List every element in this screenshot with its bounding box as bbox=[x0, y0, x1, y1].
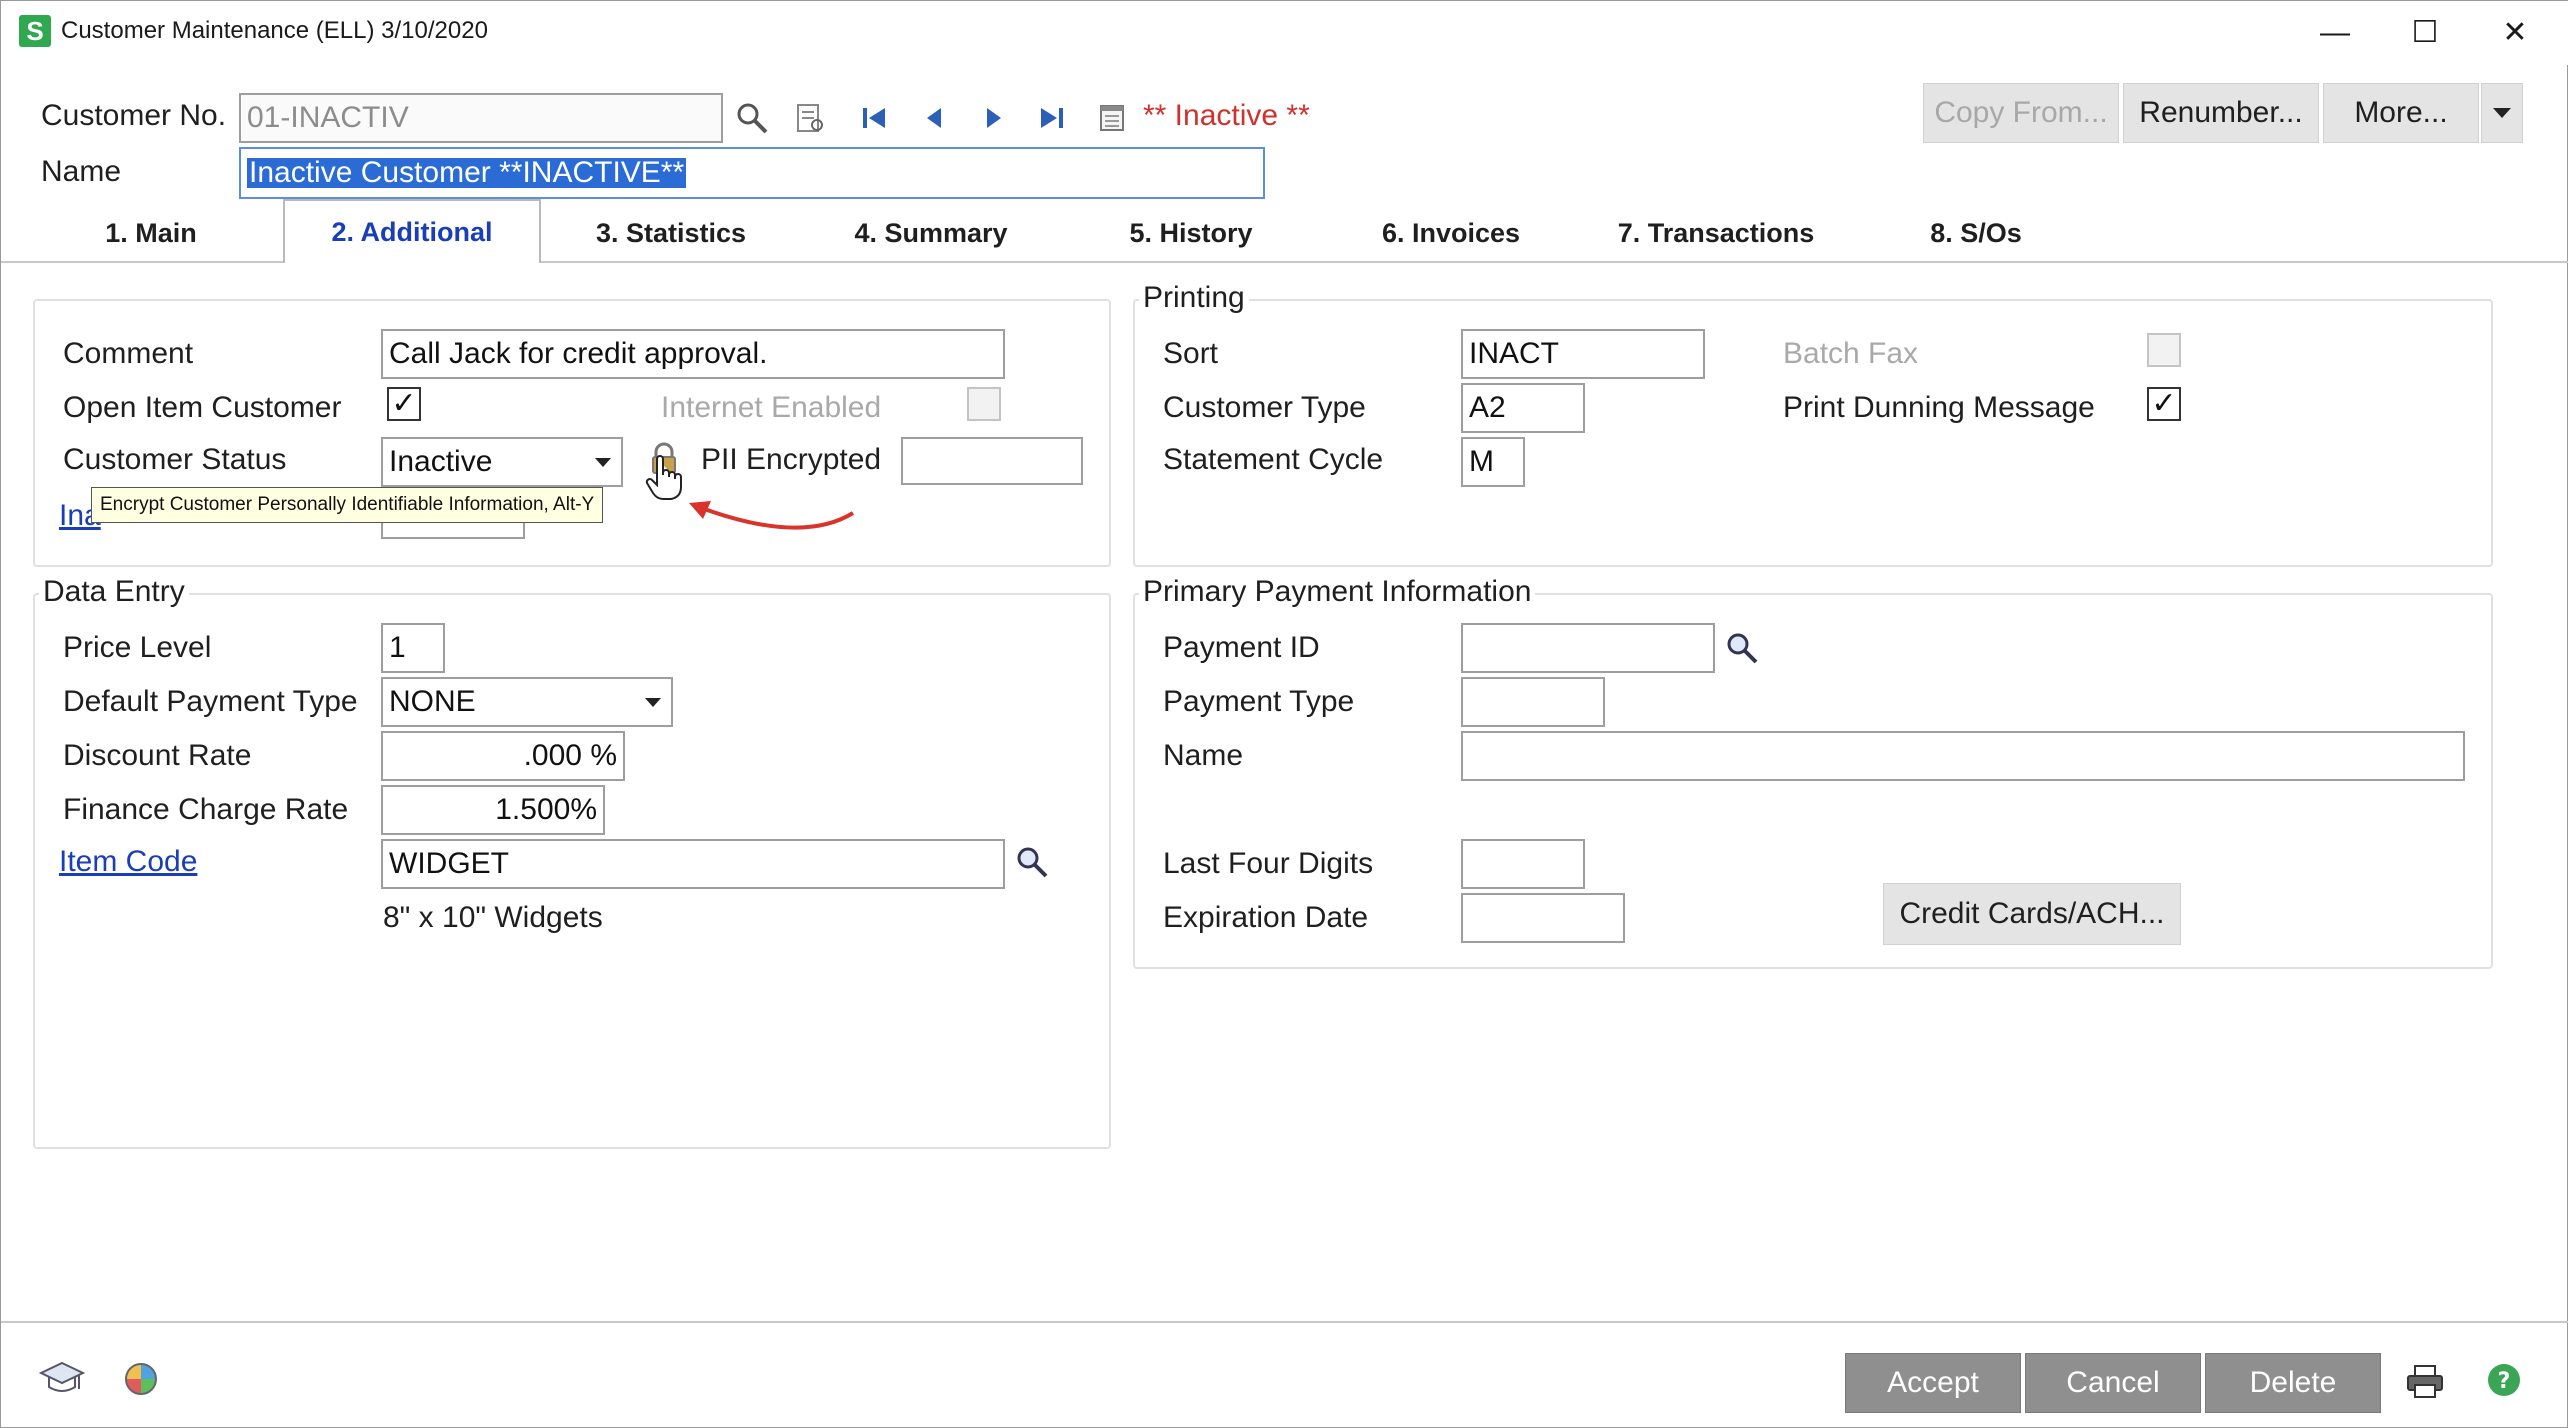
comment-label: Comment bbox=[63, 337, 194, 370]
tab-additional[interactable]: 2. Additional bbox=[283, 199, 541, 263]
finance-charge-rate-label: Finance Charge Rate bbox=[63, 793, 349, 826]
default-payment-type-value: NONE bbox=[389, 685, 476, 718]
pii-tooltip: Encrypt Customer Personally Identifiable… bbox=[91, 487, 604, 523]
payment-id-field[interactable] bbox=[1461, 623, 1715, 673]
inactive-status-text: ** Inactive ** bbox=[1143, 99, 1310, 132]
close-button[interactable]: ✕ bbox=[2475, 9, 2555, 57]
name-selected-text: Inactive Customer **INACTIVE** bbox=[247, 156, 687, 189]
hand-cursor-icon bbox=[643, 453, 685, 501]
sage-app-icon: S bbox=[19, 15, 51, 47]
last-record-icon[interactable] bbox=[1035, 101, 1069, 135]
cancel-button[interactable]: Cancel bbox=[2025, 1353, 2201, 1413]
internet-enabled-checkbox bbox=[967, 387, 1001, 421]
first-record-icon[interactable] bbox=[857, 101, 891, 135]
price-level-label: Price Level bbox=[63, 631, 212, 664]
annotation-arrow-icon bbox=[689, 501, 855, 530]
customer-status-select[interactable]: Inactive bbox=[381, 437, 623, 487]
print-dunning-message-label: Print Dunning Message bbox=[1783, 391, 2095, 424]
svg-text:?: ? bbox=[2498, 1369, 2511, 1394]
customer-status-label: Customer Status bbox=[63, 443, 287, 476]
help-icon[interactable]: ? bbox=[2485, 1361, 2523, 1399]
customer-no-field[interactable]: 01-INACTIV bbox=[239, 93, 723, 143]
tab-invoices[interactable]: 6. Invoices bbox=[1351, 203, 1551, 263]
tab-transactions[interactable]: 7. Transactions bbox=[1601, 203, 1831, 263]
comment-field[interactable]: Call Jack for credit approval. bbox=[381, 329, 1005, 379]
search-icon[interactable] bbox=[1725, 631, 1759, 665]
tab-history[interactable]: 5. History bbox=[1101, 203, 1281, 263]
printer-icon[interactable] bbox=[2405, 1363, 2445, 1401]
accept-button[interactable]: Accept bbox=[1845, 1353, 2021, 1413]
payment-name-label: Name bbox=[1163, 739, 1244, 772]
printing-title: Printing bbox=[1139, 281, 1249, 315]
sort-label: Sort bbox=[1163, 337, 1219, 370]
pii-encrypted-label: PII Encrypted bbox=[701, 443, 882, 476]
customer-no-label: Customer No. bbox=[41, 99, 227, 132]
previous-record-icon[interactable] bbox=[917, 101, 951, 135]
item-code-link[interactable]: Item Code bbox=[59, 845, 197, 879]
customer-maintenance-window: S Customer Maintenance (ELL) 3/10/2020 —… bbox=[0, 0, 2568, 1428]
copy-from-button[interactable]: Copy From... bbox=[1923, 83, 2119, 143]
name-field[interactable]: Inactive Customer **INACTIVE** bbox=[239, 147, 1265, 199]
open-item-customer-label: Open Item Customer bbox=[63, 391, 342, 424]
search-icon[interactable] bbox=[1015, 845, 1049, 879]
color-wheel-icon[interactable] bbox=[123, 1361, 159, 1397]
print-dunning-message-checkbox[interactable]: ✓ bbox=[2147, 387, 2181, 421]
minimize-button[interactable]: — bbox=[2295, 9, 2375, 57]
data-entry-title: Data Entry bbox=[39, 575, 189, 609]
tab-statistics[interactable]: 3. Statistics bbox=[561, 203, 781, 263]
statement-cycle-field[interactable]: M bbox=[1461, 437, 1525, 487]
chevron-down-icon bbox=[2493, 108, 2511, 118]
lookup-list-icon[interactable] bbox=[793, 101, 827, 135]
customer-type-label: Customer Type bbox=[1163, 391, 1366, 424]
payment-type-label: Payment Type bbox=[1163, 685, 1355, 718]
tab-summary[interactable]: 4. Summary bbox=[821, 203, 1041, 263]
primary-payment-title: Primary Payment Information bbox=[1139, 575, 1536, 609]
item-code-field[interactable]: WIDGET bbox=[381, 839, 1005, 889]
maximize-button[interactable]: ☐ bbox=[2385, 9, 2465, 57]
batch-fax-checkbox bbox=[2147, 333, 2181, 367]
name-label: Name bbox=[41, 155, 122, 188]
next-record-icon[interactable] bbox=[977, 101, 1011, 135]
credit-cards-ach-button[interactable]: Credit Cards/ACH... bbox=[1883, 883, 2181, 945]
customer-status-value: Inactive bbox=[389, 445, 493, 478]
graduation-cap-icon[interactable] bbox=[39, 1359, 85, 1399]
payment-id-label: Payment ID bbox=[1163, 631, 1320, 664]
statement-cycle-label: Statement Cycle bbox=[1163, 443, 1384, 476]
chevron-down-icon bbox=[595, 458, 611, 467]
expiration-date-field[interactable] bbox=[1461, 893, 1625, 943]
payment-name-field[interactable] bbox=[1461, 731, 2465, 781]
more-button[interactable]: More... bbox=[2323, 83, 2479, 143]
finance-charge-rate-field[interactable]: 1.500% bbox=[381, 785, 605, 835]
customer-type-field[interactable]: A2 bbox=[1461, 383, 1585, 433]
last-four-digits-label: Last Four Digits bbox=[1163, 847, 1374, 880]
open-item-customer-checkbox[interactable]: ✓ bbox=[387, 387, 421, 421]
pii-encrypted-field bbox=[901, 437, 1083, 485]
tab-sos[interactable]: 8. S/Os bbox=[1911, 203, 2041, 263]
chevron-down-icon bbox=[645, 698, 661, 707]
more-dropdown-button[interactable] bbox=[2481, 83, 2523, 143]
batch-fax-label: Batch Fax bbox=[1783, 337, 1919, 370]
item-code-description: 8" x 10" Widgets bbox=[383, 901, 603, 934]
sort-field[interactable]: INACT bbox=[1461, 329, 1705, 379]
discount-rate-label: Discount Rate bbox=[63, 739, 252, 772]
renumber-button[interactable]: Renumber... bbox=[2123, 83, 2319, 143]
payment-type-field[interactable] bbox=[1461, 677, 1605, 727]
price-level-field[interactable]: 1 bbox=[381, 623, 445, 673]
search-icon[interactable] bbox=[735, 101, 769, 135]
discount-rate-field[interactable]: .000 % bbox=[381, 731, 625, 781]
default-payment-type-label: Default Payment Type bbox=[63, 685, 358, 718]
expiration-date-label: Expiration Date bbox=[1163, 901, 1369, 934]
delete-button[interactable]: Delete bbox=[2205, 1353, 2381, 1413]
default-payment-type-select[interactable]: NONE bbox=[381, 677, 673, 727]
footer-divider bbox=[1, 1321, 2568, 1323]
window-title: Customer Maintenance (ELL) 3/10/2020 bbox=[61, 17, 488, 44]
tab-main[interactable]: 1. Main bbox=[61, 203, 241, 263]
internet-enabled-label: Internet Enabled bbox=[661, 391, 882, 424]
last-four-digits-field[interactable] bbox=[1461, 839, 1585, 889]
memo-icon[interactable] bbox=[1095, 101, 1129, 135]
